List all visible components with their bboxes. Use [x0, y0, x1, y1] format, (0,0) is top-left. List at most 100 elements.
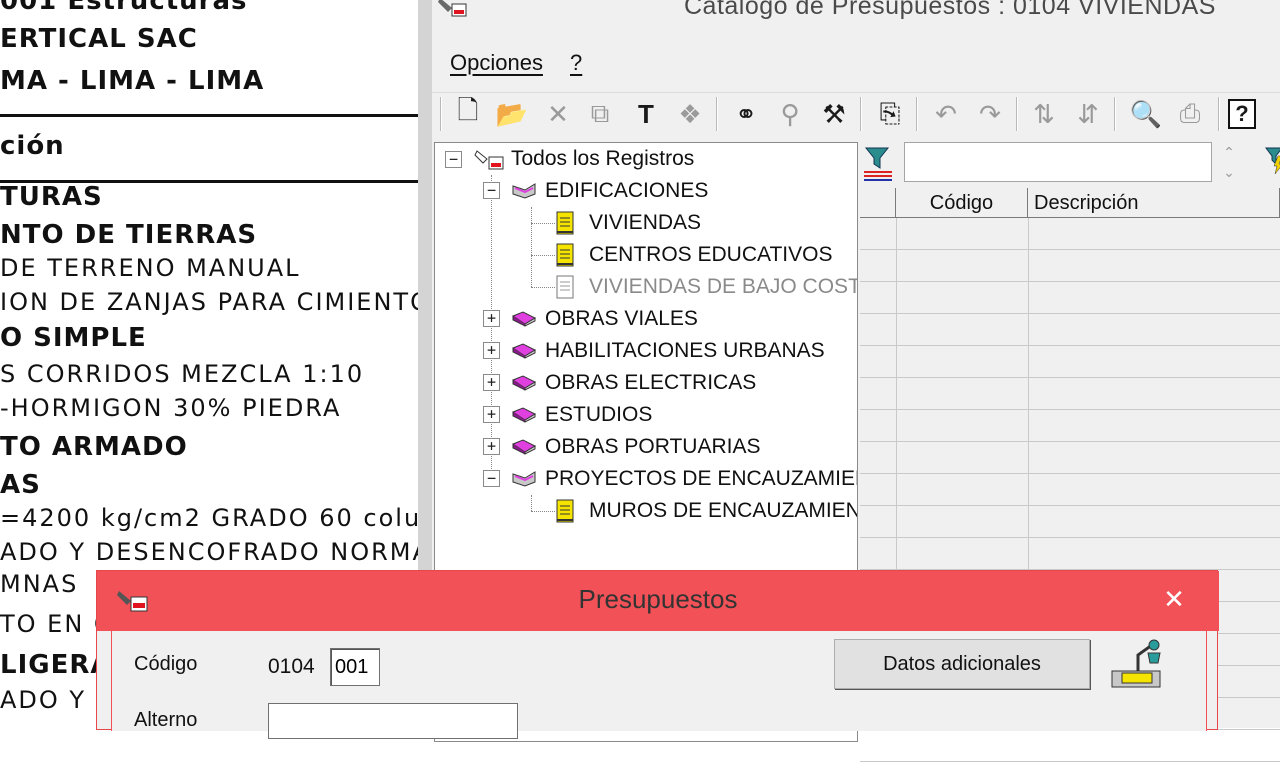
tree-item[interactable]: PROYECTOS DE ENCAUZAMIENTO	[511, 464, 857, 494]
report-line: ERTICAL SAC	[0, 24, 198, 54]
menu-opciones[interactable]: Opciones	[450, 50, 543, 76]
table-row[interactable]	[860, 442, 1280, 474]
report-line: AS	[0, 470, 41, 500]
hammer-icon[interactable]: ⚒	[816, 96, 852, 132]
tree-item-label: PROYECTOS DE ENCAUZAMIENTO	[545, 467, 857, 490]
tree-root[interactable]: Todos los Registros	[473, 144, 694, 174]
book-icon	[511, 342, 545, 360]
table-row[interactable]	[860, 378, 1280, 410]
column-header-descripcion[interactable]: Descripción	[1028, 188, 1280, 218]
toolbar-separator	[440, 97, 442, 131]
text-format-icon[interactable]: T	[628, 96, 664, 132]
collapse-icon[interactable]: −	[483, 182, 500, 199]
stamp-icon[interactable]: ❖	[672, 96, 708, 132]
report-line: MNAS	[0, 570, 79, 598]
tree-item[interactable]: CENTROS EDUCATIVOS	[555, 240, 832, 270]
document-icon	[555, 274, 589, 300]
table-row[interactable]	[860, 218, 1280, 250]
toolbar-separator	[1114, 97, 1116, 131]
expand-icon[interactable]: +	[483, 438, 500, 455]
table-row[interactable]	[860, 506, 1280, 538]
tree-item[interactable]: VIVIENDAS	[555, 208, 701, 238]
dialog-title: Presupuestos	[578, 584, 738, 614]
help-icon[interactable]: ?	[1228, 99, 1256, 129]
expand-icon[interactable]: +	[483, 374, 500, 391]
table-row[interactable]	[860, 538, 1280, 570]
table-row[interactable]	[860, 410, 1280, 442]
lightning-filter-icon[interactable]	[1264, 142, 1280, 178]
report-line: ION DE ZANJAS PARA CIMIENTOS	[0, 288, 418, 316]
open-folder-icon[interactable]: 📂	[494, 96, 530, 132]
tree-item[interactable]: OBRAS PORTUARIAS	[511, 432, 761, 462]
filter-input[interactable]	[904, 142, 1212, 182]
printer-icon[interactable]: ⎙	[1172, 96, 1208, 132]
print-preview-icon[interactable]: 🔍	[1128, 96, 1164, 132]
export-icon[interactable]: ⎘	[872, 96, 908, 132]
expand-icon[interactable]: +	[483, 342, 500, 359]
tree-guide-line	[531, 287, 555, 288]
tree-item-label: VIVIENDAS	[589, 211, 702, 234]
tree-item-label: VIVIENDAS DE BAJO COSTO	[589, 275, 858, 298]
dialog-title-bar[interactable]: Presupuestos ✕	[97, 571, 1219, 631]
report-line: -HORMIGON 30% PIEDRA	[0, 394, 342, 422]
document-icon	[555, 498, 589, 524]
binoculars-icon[interactable]: ⚭	[728, 96, 764, 132]
table-row[interactable]	[860, 474, 1280, 506]
tree-item[interactable]: OBRAS ELECTRICAS	[511, 368, 756, 398]
tree-item[interactable]: ESTUDIOS	[511, 400, 652, 430]
report-line: TO ARMADO	[0, 432, 188, 462]
tree-item-label: OBRAS VIALES	[545, 307, 698, 330]
tree-guide-line	[531, 223, 555, 224]
tree-guide-line	[491, 175, 492, 481]
table-row[interactable]	[860, 250, 1280, 282]
tree-item[interactable]: EDIFICACIONES	[511, 176, 708, 206]
tree-item[interactable]: OBRAS VIALES	[511, 304, 698, 334]
report-line: NTO DE TIERRAS	[0, 220, 258, 250]
construction-icon[interactable]	[1108, 635, 1170, 693]
tree-guide-line	[531, 255, 555, 256]
table-row[interactable]	[860, 282, 1280, 314]
copy-icon[interactable]: ⧉	[582, 96, 618, 132]
filter-icon[interactable]: ⚲	[772, 96, 808, 132]
codigo-input[interactable]: 001	[330, 648, 380, 686]
table-row[interactable]	[860, 314, 1280, 346]
tree-item-label: OBRAS ELECTRICAS	[545, 371, 757, 394]
toolbar-separator	[860, 97, 862, 131]
datos-adicionales-button[interactable]: Datos adicionales	[834, 639, 1090, 689]
collapse-icon[interactable]: −	[445, 151, 462, 168]
sort-descending-icon[interactable]: ⇵	[1070, 96, 1106, 132]
table-row[interactable]	[860, 346, 1280, 378]
report-line: =4200 kg/cm2 GRADO 60 columnas	[0, 504, 418, 532]
tree-item[interactable]: HABILITACIONES URBANAS	[511, 336, 825, 366]
tree-item-label: EDIFICACIONES	[545, 179, 709, 202]
close-icon[interactable]: ✕	[1151, 579, 1197, 619]
delete-icon[interactable]: ✕	[540, 96, 576, 132]
tree-item[interactable]: VIVIENDAS DE BAJO COSTO	[555, 272, 858, 302]
book-icon	[511, 406, 545, 424]
tree-item[interactable]: MUROS DE ENCAUZAMIENTO	[555, 496, 857, 526]
table-row[interactable]	[860, 730, 1280, 762]
open-book-icon	[511, 182, 545, 200]
grid-row-header	[860, 188, 896, 218]
alterno-input[interactable]	[268, 703, 518, 739]
collapse-icon[interactable]: −	[483, 470, 500, 487]
new-document-icon[interactable]: 🗋	[450, 95, 486, 132]
sort-ascending-icon[interactable]: ⇅	[1026, 96, 1062, 132]
expand-icon[interactable]: +	[483, 406, 500, 423]
book-icon	[511, 310, 545, 328]
book-icon	[511, 374, 545, 392]
tree-item-label: HABILITACIONES URBANAS	[545, 339, 825, 362]
menu-help[interactable]: ?	[570, 50, 582, 76]
report-line: LIGERA	[0, 650, 112, 680]
tree-guide-line	[531, 495, 532, 511]
registers-icon	[474, 150, 504, 170]
column-header-codigo[interactable]: Código	[896, 188, 1028, 218]
alterno-label: Alterno	[134, 709, 198, 731]
spin-buttons[interactable]: ⌃ ⌄	[1218, 142, 1240, 184]
redo-icon[interactable]: ↷	[972, 96, 1008, 132]
report-line: TURAS	[0, 182, 103, 212]
undo-icon[interactable]: ↶	[928, 96, 964, 132]
filter-icon[interactable]	[860, 142, 896, 184]
open-book-icon	[511, 470, 545, 488]
expand-icon[interactable]: +	[483, 310, 500, 327]
